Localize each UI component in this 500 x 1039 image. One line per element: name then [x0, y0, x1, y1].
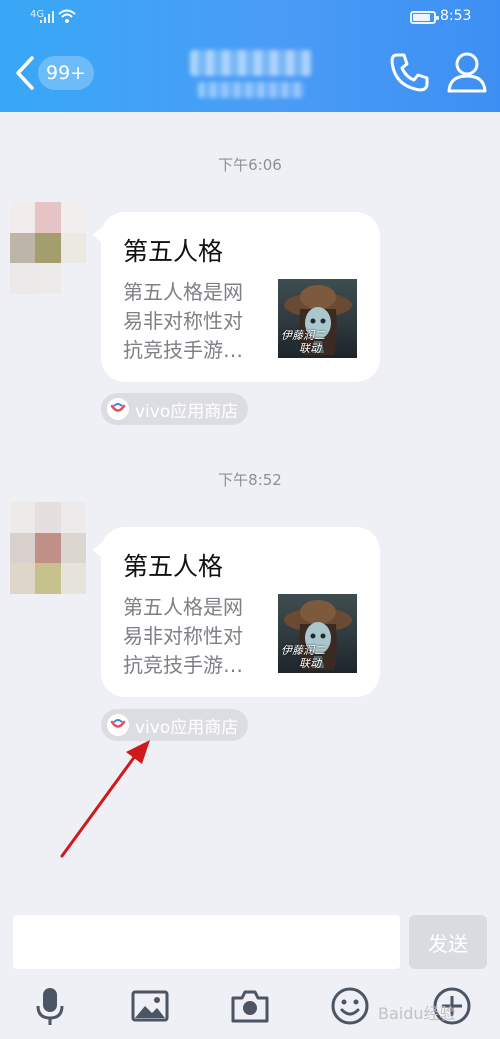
microphone-icon[interactable] — [30, 986, 70, 1026]
sender-avatar[interactable] — [10, 502, 86, 594]
battery-fill — [413, 14, 430, 21]
game-thumbnail: 伊藤润二 联动 — [278, 594, 357, 673]
source-app-label: vivo应用商店 — [135, 401, 239, 422]
contact-status-blurred — [198, 82, 304, 98]
card-desc-line: 易非对称性对 — [123, 624, 243, 648]
app-share-card[interactable]: 第五人格 第五人格是网 易非对称性对 抗竞技手游… 伊藤润二 联动 — [92, 212, 380, 382]
message-input[interactable] — [13, 915, 400, 969]
card-desc-line: 易非对称性对 — [123, 309, 243, 333]
card-title: 第五人格 — [123, 237, 224, 266]
send-button[interactable]: 发送 — [409, 915, 487, 969]
image-icon[interactable] — [130, 986, 170, 1026]
phone-call-icon[interactable] — [388, 50, 432, 94]
status-bar: 4G 8:53 — [0, 0, 500, 34]
vivo-store-icon — [107, 714, 129, 736]
thumbnail-caption-line: 伊藤润二 — [281, 644, 325, 657]
profile-icon[interactable] — [446, 50, 488, 94]
back-button[interactable] — [8, 52, 42, 94]
message-timestamp: 下午8:52 — [218, 471, 282, 489]
bubble-tail — [92, 226, 104, 244]
card-desc-line: 抗竞技手游… — [123, 653, 243, 677]
baidu-watermark: Baidu经验 — [378, 1004, 456, 1023]
source-app-label: vivo应用商店 — [135, 717, 239, 738]
chat-header: 4G 8:53 99+ — [0, 0, 500, 112]
card-description: 第五人格是网 易非对称性对 抗竞技手游… — [123, 278, 263, 365]
unread-count-badge[interactable]: 99+ — [38, 56, 95, 90]
wifi-icon — [58, 9, 76, 23]
red-arrow-annotation — [60, 740, 150, 858]
contact-name-blurred — [190, 50, 312, 76]
sender-avatar[interactable] — [10, 202, 86, 294]
source-app-chip[interactable]: vivo应用商店 — [101, 393, 249, 425]
card-desc-line: 第五人格是网 — [123, 595, 243, 619]
thumbnail-caption: 伊藤润二 联动 — [281, 644, 325, 670]
card-desc-line: 第五人格是网 — [123, 280, 243, 304]
card-title: 第五人格 — [123, 552, 224, 581]
card-description: 第五人格是网 易非对称性对 抗竞技手游… — [123, 593, 263, 680]
camera-icon[interactable] — [230, 986, 270, 1026]
emoji-icon[interactable] — [330, 986, 370, 1026]
status-time: 8:53 — [440, 8, 472, 24]
thumbnail-caption-line: 伊藤润二 — [281, 329, 325, 342]
game-thumbnail: 伊藤润二 联动 — [278, 279, 357, 358]
vivo-store-icon — [107, 398, 129, 420]
thumbnail-caption-line: 联动 — [299, 342, 321, 355]
source-app-chip[interactable]: vivo应用商店 — [101, 709, 249, 741]
bubble-tail — [92, 541, 104, 559]
message-timestamp: 下午6:06 — [218, 156, 282, 174]
app-share-card[interactable]: 第五人格 第五人格是网 易非对称性对 抗竞技手游… 伊藤润二 联动 — [92, 527, 380, 697]
battery-icon — [410, 11, 439, 24]
signal-icon — [40, 11, 54, 23]
thumbnail-caption: 伊藤润二 联动 — [281, 329, 325, 355]
card-desc-line: 抗竞技手游… — [123, 338, 243, 362]
thumbnail-caption-line: 联动 — [299, 657, 321, 670]
